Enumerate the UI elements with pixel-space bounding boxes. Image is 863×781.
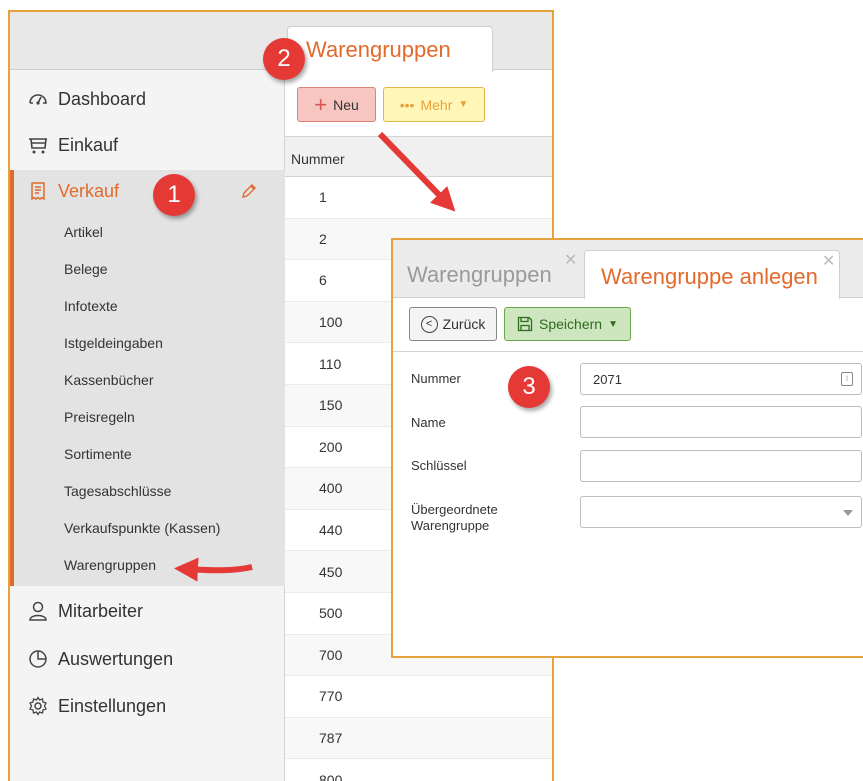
sidebar-item-einstellungen[interactable]: Einstellungen [10, 685, 285, 727]
sidebar-item-label: Verkauf [58, 180, 120, 201]
caret-down-icon: ▼ [608, 318, 618, 330]
dialog-window: Warengruppen ✕ Warengruppe anlegen ✕ < Z… [391, 238, 863, 658]
tab-warengruppen-inactive[interactable]: Warengruppen [407, 262, 552, 288]
table-cell-nummer: 150 [319, 397, 343, 414]
sidebar: Dashboard Einkauf Verkauf Artikel Belege… [10, 70, 285, 781]
sidebar-item-dashboard[interactable]: Dashboard [10, 78, 285, 120]
column-header-nummer[interactable]: Nummer [285, 136, 552, 177]
step-badge-3: 3 [508, 366, 550, 408]
caret-down-icon [843, 510, 853, 516]
name-field[interactable] [580, 406, 862, 438]
more-button-label: Mehr [420, 96, 453, 113]
sidebar-subitem-sortimente[interactable]: Sortimente [64, 436, 132, 472]
parent-group-label: Übergeordnete Warengruppe [411, 502, 498, 533]
receipt-icon [26, 180, 50, 202]
table-row[interactable]: 770 [285, 676, 552, 718]
back-button-label: Zurück [442, 316, 486, 332]
table-cell-nummer: 200 [319, 438, 343, 455]
main-toolbar: + Neu ••• Mehr ▼ [285, 72, 552, 136]
nummer-value: 2071 [593, 372, 622, 387]
sidebar-item-label: Auswertungen [58, 648, 174, 669]
new-button-label: Neu [333, 96, 359, 113]
sidebar-subitem-belege[interactable]: Belege [64, 251, 108, 287]
table-cell-nummer: 770 [319, 688, 343, 705]
chevron-left-icon: < [420, 315, 438, 333]
table-cell-nummer: 2 [319, 230, 327, 247]
caret-down-icon: ▼ [458, 99, 469, 110]
sidebar-subitem-infotexte[interactable]: Infotexte [64, 288, 118, 324]
schluessel-field[interactable] [580, 450, 862, 482]
dashboard-icon [26, 88, 50, 110]
sidebar-item-label: Dashboard [58, 88, 147, 109]
table-cell-nummer: 450 [319, 563, 343, 580]
close-icon[interactable]: ✕ [822, 251, 835, 271]
parent-group-select[interactable] [580, 496, 862, 528]
sidebar-subitem-istgeldeingaben[interactable]: Istgeldeingaben [64, 325, 163, 361]
schluessel-label: Schlüssel [411, 458, 467, 473]
table-cell-nummer: 440 [319, 522, 343, 539]
sidebar-item-label: Einstellungen [58, 695, 167, 716]
table-cell-nummer: 400 [319, 480, 343, 497]
more-button[interactable]: ••• Mehr ▼ [383, 87, 485, 122]
sidebar-subitem-verkaufspunkte[interactable]: Verkaufspunkte (Kassen) [64, 510, 220, 546]
sidebar-item-verkauf[interactable]: Verkauf [10, 170, 285, 212]
sidebar-item-label: Mitarbeiter [58, 600, 144, 621]
verkauf-section: Verkauf Artikel Belege Infotexte Istgeld… [10, 170, 285, 586]
tab-warengruppe-anlegen[interactable]: Warengruppe anlegen ✕ [584, 250, 840, 299]
gear-icon [26, 695, 50, 717]
step-badge-2: 2 [263, 38, 305, 80]
sidebar-subitem-preisregeln[interactable]: Preisregeln [64, 399, 135, 435]
tab-warengruppen[interactable]: Warengruppen [287, 26, 493, 72]
dialog-toolbar: < Zurück Speichern ▼ [393, 298, 863, 352]
save-icon [517, 316, 533, 332]
more-dots-icon: ••• [399, 96, 415, 113]
sidebar-subitem-kassenbuecher[interactable]: Kassenbücher [64, 362, 154, 398]
user-icon [26, 600, 50, 622]
save-button-label: Speichern [539, 316, 603, 332]
pencil-icon[interactable] [240, 182, 258, 200]
tab-label: Warengruppe anlegen [601, 264, 818, 289]
pie-chart-icon [26, 648, 50, 670]
table-cell-nummer: 100 [319, 314, 343, 331]
save-button[interactable]: Speichern ▼ [504, 307, 631, 341]
table-cell-nummer: 500 [319, 605, 343, 622]
table-row[interactable]: 1 [285, 177, 552, 219]
sidebar-subitem-warengruppen[interactable]: Warengruppen [64, 547, 156, 583]
table-cell-nummer: 787 [319, 730, 343, 747]
plus-icon: + [314, 91, 328, 117]
close-icon[interactable]: ✕ [564, 250, 577, 270]
name-label: Name [411, 415, 446, 430]
table-cell-nummer: 6 [319, 272, 327, 289]
sidebar-item-label: Einkauf [58, 134, 119, 155]
sidebar-item-mitarbeiter[interactable]: Mitarbeiter [10, 590, 285, 632]
numeric-stepper-icon[interactable]: ⁝ [841, 372, 853, 386]
dialog-tab-bar: Warengruppen ✕ Warengruppe anlegen ✕ [393, 240, 863, 299]
sidebar-subitem-artikel[interactable]: Artikel [64, 214, 103, 250]
table-row[interactable]: 787 [285, 717, 552, 760]
cart-icon [26, 134, 50, 156]
step-badge-1: 1 [153, 174, 195, 216]
sidebar-item-einkauf[interactable]: Einkauf [10, 124, 285, 166]
table-row[interactable]: 800 [285, 759, 552, 781]
nummer-field[interactable]: 2071 ⁝ [580, 363, 862, 395]
table-cell-nummer: 800 [319, 771, 343, 781]
nummer-label: Nummer [411, 371, 461, 386]
table-cell-nummer: 1 [319, 189, 327, 206]
back-button[interactable]: < Zurück [409, 307, 497, 341]
new-button[interactable]: + Neu [297, 87, 376, 122]
sidebar-item-auswertungen[interactable]: Auswertungen [10, 638, 285, 680]
sidebar-subitem-tagesabschluesse[interactable]: Tagesabschlüsse [64, 473, 171, 509]
table-cell-nummer: 700 [319, 646, 343, 663]
table-cell-nummer: 110 [319, 355, 342, 372]
